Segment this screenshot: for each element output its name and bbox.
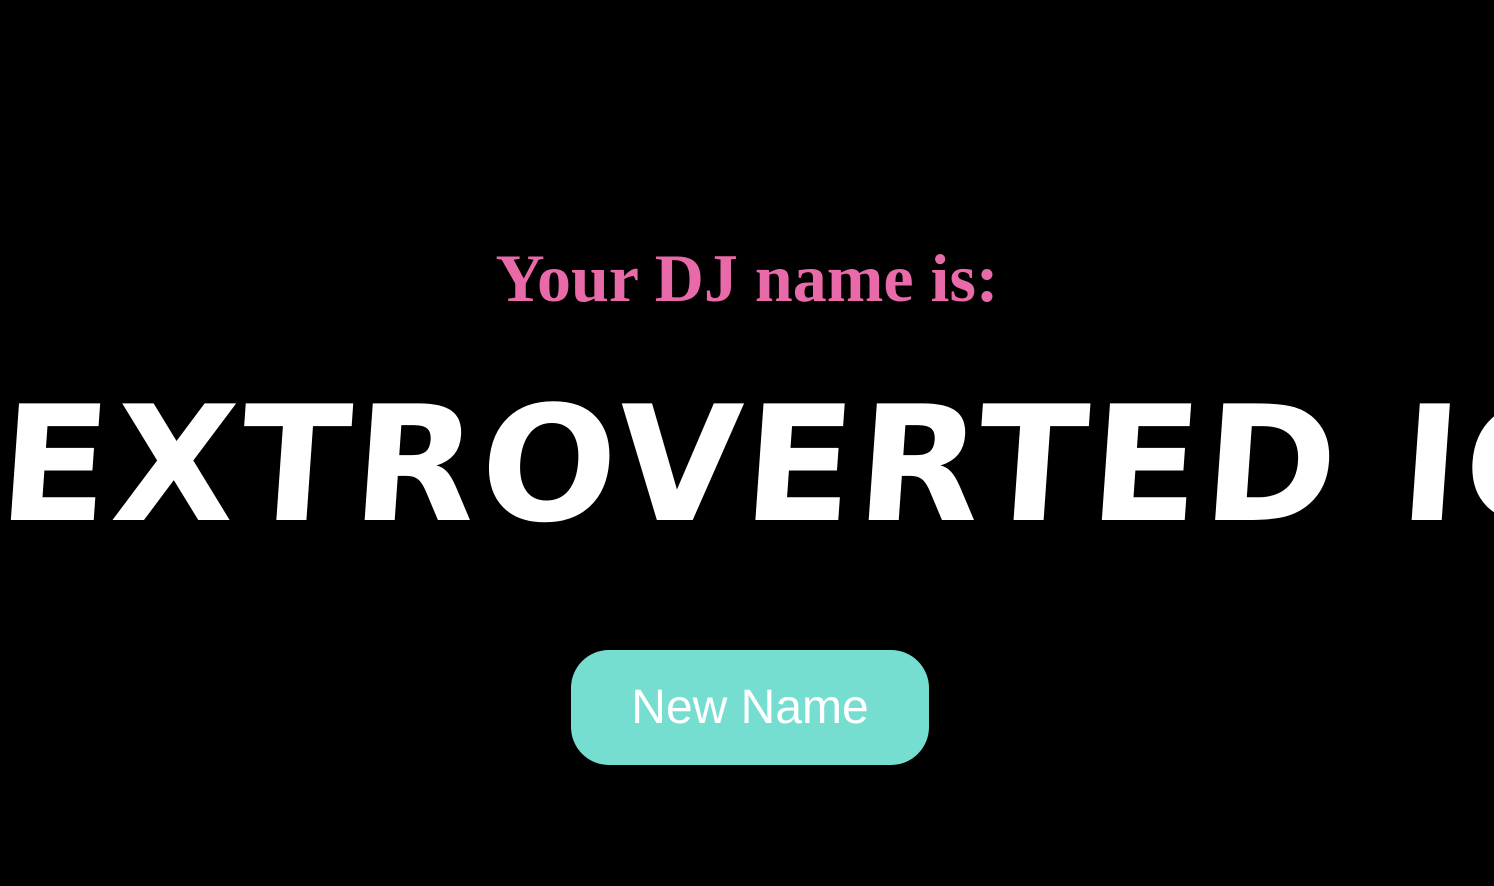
generated-dj-name: EXTROVERTED ICE bbox=[0, 371, 1494, 558]
new-name-button[interactable]: New Name bbox=[571, 650, 929, 765]
dj-name-heading: Your DJ name is: bbox=[495, 239, 999, 316]
page-root: Your DJ name is: EXTROVERTED ICE New Nam… bbox=[0, 0, 1494, 886]
